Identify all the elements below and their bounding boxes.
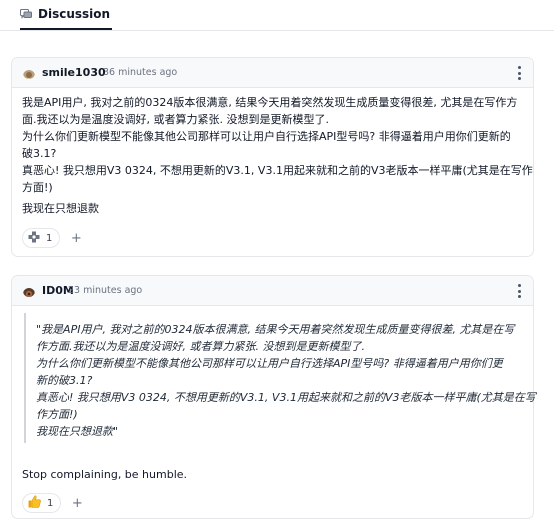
comment-body-line: 我现在只想退款 [22, 202, 99, 215]
add-reaction-button[interactable]: + [66, 228, 86, 248]
reactions-bar: 1 + [22, 228, 86, 248]
tab-discussion[interactable]: Discussion [20, 0, 113, 30]
avatar[interactable] [23, 285, 35, 297]
quote-bar [24, 313, 26, 443]
more-options-icon[interactable] [517, 284, 521, 298]
reaction-thumbs-up[interactable]: 1 [22, 493, 62, 513]
comment-card-smile1030: smile1030 36 minutes ago 我是API用户, 我对之前的0… [11, 57, 534, 257]
quote-line: "我是API用户, 我对之前的0324版本很满意, 结果今天用着突然发现生成质量… [36, 323, 515, 336]
comment-body-line: 真恶心! 我只想用V3 0324, 不想用更新的V3.1, V3.1用起来就和之… [22, 164, 533, 177]
quote-line: 作方面!) [36, 408, 78, 421]
comment-timestamp: 36 minutes ago [103, 67, 178, 78]
comment-card-id0m: ID0M 23 minutes ago "我是API用户, 我对之前的0324版… [11, 275, 536, 519]
quote-line: 真恶心! 我只想用V3 0324, 不想用更新的V3.1, V3.1用起来就和之… [36, 391, 536, 404]
reactions-bar: 1 + [22, 493, 87, 513]
more-options-icon[interactable] [517, 66, 521, 80]
comment-body-line: 为什么你们更新模型不能像其他公司那样可以让用户自行选择API型号吗? 非得逼着用… [22, 130, 511, 143]
avatar[interactable] [23, 67, 35, 79]
reaction-count: 1 [47, 497, 54, 509]
comment-username[interactable]: smile1030 [42, 66, 106, 79]
thumbs-up-icon [28, 495, 41, 511]
tab-bar: Discussion [0, 0, 554, 31]
quote-line: 我现在只想退款" [36, 425, 119, 438]
comment-header: smile1030 36 minutes ago [12, 58, 533, 88]
discussion-icon [20, 8, 32, 20]
quote-line: 作方面.我还以为是温度没调好, 或者算力紧张. 没想到是更新模型了. [36, 340, 365, 353]
comment-body-line: 破3.1? [22, 147, 57, 160]
comment-body-line: 我是API用户, 我对之前的0324版本很满意, 结果今天用着突然发现生成质量变… [22, 96, 518, 109]
puzzle-icon [28, 231, 40, 246]
comment-header: ID0M 23 minutes ago [12, 276, 533, 306]
comment-timestamp: 23 minutes ago [68, 285, 143, 296]
comment-body-line: 方面!) [22, 181, 53, 194]
quote-line: 新的破3.1? [36, 374, 93, 387]
quote-line: 为什么你们更新模型不能像其他公司那样可以让用户自行选择API型号吗? 非得逼着用… [36, 357, 503, 370]
add-reaction-button[interactable]: + [67, 493, 87, 513]
discussion-page: Discussion smile1030 36 minutes ago 我是AP… [0, 0, 554, 526]
tab-label: Discussion [38, 7, 111, 21]
comment-body: Stop complaining, be humble. [22, 468, 188, 481]
comment-body-line: 面.我还以为是温度没调好, 或者算力紧张. 没想到是更新模型了. [22, 113, 329, 126]
reaction-count: 1 [46, 232, 53, 244]
reaction-puzzle[interactable]: 1 [22, 228, 61, 248]
